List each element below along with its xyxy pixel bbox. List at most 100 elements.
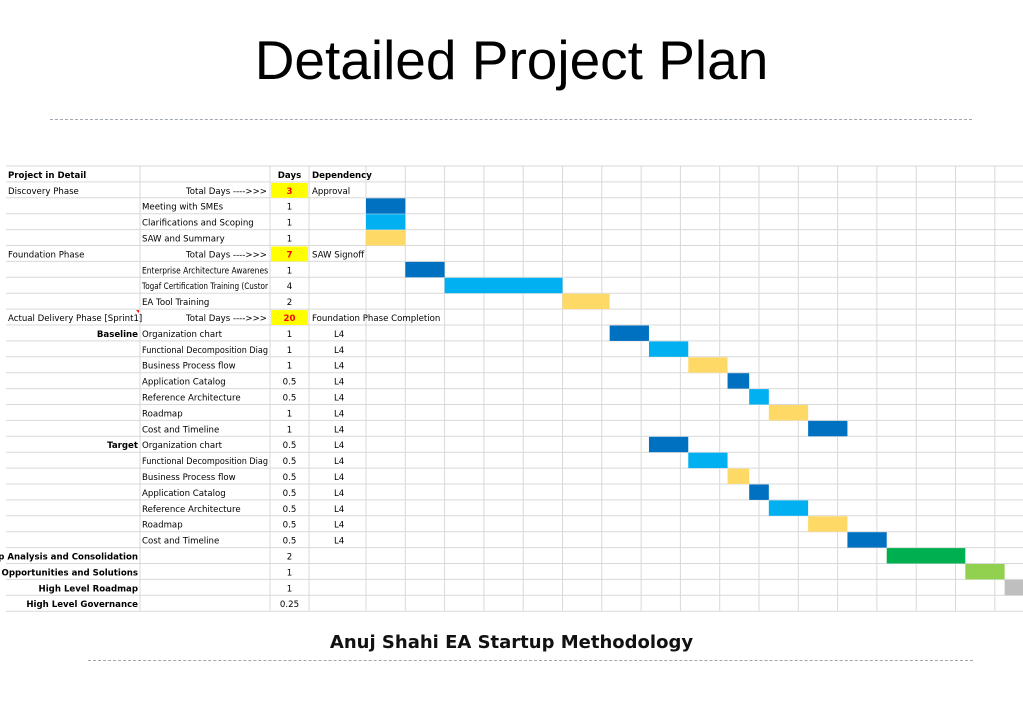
- subtask-name: Reference Architecture: [142, 505, 241, 515]
- days-value: 0.25: [280, 600, 299, 610]
- dependency-value: Approval: [312, 187, 350, 197]
- gantt-bar: [444, 277, 563, 294]
- subtask-name: Clarifications and Scoping: [142, 219, 254, 229]
- gantt-bar: [648, 436, 689, 453]
- comment-marker: [136, 310, 139, 314]
- dependency-value: L4: [334, 457, 344, 467]
- days-value: 2: [287, 553, 292, 563]
- days-value: 3: [287, 187, 293, 197]
- subtask-name: Roadmap: [142, 409, 183, 419]
- subtask-name: Organization chart: [142, 441, 223, 451]
- days-value: 1: [287, 330, 292, 340]
- subtask-name: Functional Decomposition Diag: [142, 346, 268, 356]
- days-value: 1: [287, 584, 292, 594]
- task-name: High Level Governance: [26, 600, 138, 610]
- gantt-bar: [366, 230, 406, 246]
- gantt-bar: [366, 198, 406, 214]
- days-value: 0.5: [283, 489, 297, 499]
- dependency-value: L4: [334, 521, 344, 531]
- dependency-value: Foundation Phase Completion: [312, 314, 440, 324]
- total-days-label: Total Days ---->>>: [185, 314, 267, 324]
- dependency-value: L4: [334, 441, 344, 451]
- gantt-bar: [609, 325, 649, 341]
- days-value: 0.5: [283, 505, 297, 515]
- subtask-name: Application Catalog: [142, 489, 226, 499]
- dependency-value: SAW Signoff: [312, 250, 365, 260]
- days-value: 0.5: [283, 473, 297, 483]
- subtask-name: Enterprise Architecture Awarenes: [142, 266, 268, 276]
- group-label: Baseline: [97, 330, 138, 340]
- days-value: 4: [287, 282, 292, 292]
- gantt-bar: [727, 373, 750, 389]
- days-value: 0.5: [283, 521, 297, 531]
- gantt-bar: [768, 500, 809, 516]
- days-value: 0.5: [283, 441, 297, 451]
- subtask-name: SAW and Summary: [142, 235, 225, 245]
- gantt-bar: [688, 452, 728, 469]
- days-value: 1: [287, 219, 292, 229]
- gantt-bar: [648, 341, 689, 357]
- subtask-name: EA Tool Training: [142, 298, 209, 308]
- task-name: Gap Analysis and Consolidation: [0, 553, 138, 563]
- subtask-name: Roadmap: [142, 521, 183, 531]
- days-value: 1: [287, 568, 292, 578]
- bottom-divider: [88, 660, 973, 661]
- subtask-name: Business Process flow: [142, 362, 236, 372]
- dependency-value: L4: [334, 473, 344, 483]
- task-name: Opportunities and Solutions: [2, 568, 138, 578]
- subtask-name: Reference Architecture: [142, 394, 241, 404]
- days-value: 0.5: [283, 457, 297, 467]
- gantt-bar: [366, 214, 406, 230]
- days-value: 1: [287, 409, 292, 419]
- subtask-name: Cost and Timeline: [142, 537, 219, 547]
- days-value: 0.5: [283, 394, 297, 404]
- days-value: 0.5: [283, 537, 297, 547]
- total-days-label: Total Days ---->>>: [185, 187, 267, 197]
- group-label: Target: [107, 441, 138, 451]
- days-value: 7: [287, 250, 293, 260]
- days-value: 1: [287, 235, 292, 245]
- days-value: 2: [287, 298, 292, 308]
- days-value: 0.5: [283, 378, 297, 388]
- subtask-name: Business Process flow: [142, 473, 236, 483]
- gantt-bar: [749, 389, 769, 405]
- gantt-bar: [808, 420, 848, 437]
- phase-name: Discovery Phase: [8, 187, 79, 197]
- gantt-bar: [562, 293, 610, 310]
- subtask-name: Application Catalog: [142, 378, 226, 388]
- gantt-bar: [405, 261, 445, 278]
- gantt-bar: [688, 357, 728, 373]
- gantt-bar: [749, 484, 769, 500]
- header-dependency: Dependency: [312, 171, 372, 181]
- dependency-value: L4: [334, 489, 344, 499]
- phase-name: Foundation Phase: [8, 250, 84, 260]
- gantt-bar: [768, 405, 809, 421]
- dependency-value: L4: [334, 394, 344, 404]
- gantt-bar: [965, 564, 1005, 580]
- dependency-value: L4: [334, 330, 344, 340]
- dependency-value: L4: [334, 505, 344, 515]
- dependency-value: L4: [334, 378, 344, 388]
- days-value: 1: [287, 203, 292, 213]
- project-plan-gantt: Project in Detail Days Dependency Discovery…: [0, 165, 1023, 612]
- total-days-label: Total Days ---->>>: [185, 250, 267, 260]
- subtask-name: Togaf Certification Training (Custor: [141, 282, 268, 292]
- dependency-value: L4: [334, 362, 344, 372]
- subtask-name: Meeting with SMEs: [142, 203, 224, 213]
- header-project: Project in Detail: [8, 171, 86, 181]
- days-value: 1: [287, 362, 292, 372]
- dependency-value: L4: [334, 537, 344, 547]
- days-value: 1: [287, 346, 292, 356]
- gantt-bar: [886, 548, 966, 564]
- gantt-bar: [808, 516, 848, 532]
- dependency-value: L4: [334, 346, 344, 356]
- days-value: 20: [284, 314, 296, 324]
- phase-name: Actual Delivery Phase [Sprint1]: [8, 314, 142, 324]
- days-value: 1: [287, 425, 292, 435]
- header-days: Days: [278, 171, 301, 181]
- gantt-bar: [1004, 579, 1023, 596]
- dependency-value: L4: [334, 425, 344, 435]
- gantt-bar: [727, 468, 750, 484]
- dependency-value: L4: [334, 409, 344, 419]
- task-name: High Level Roadmap: [39, 584, 138, 594]
